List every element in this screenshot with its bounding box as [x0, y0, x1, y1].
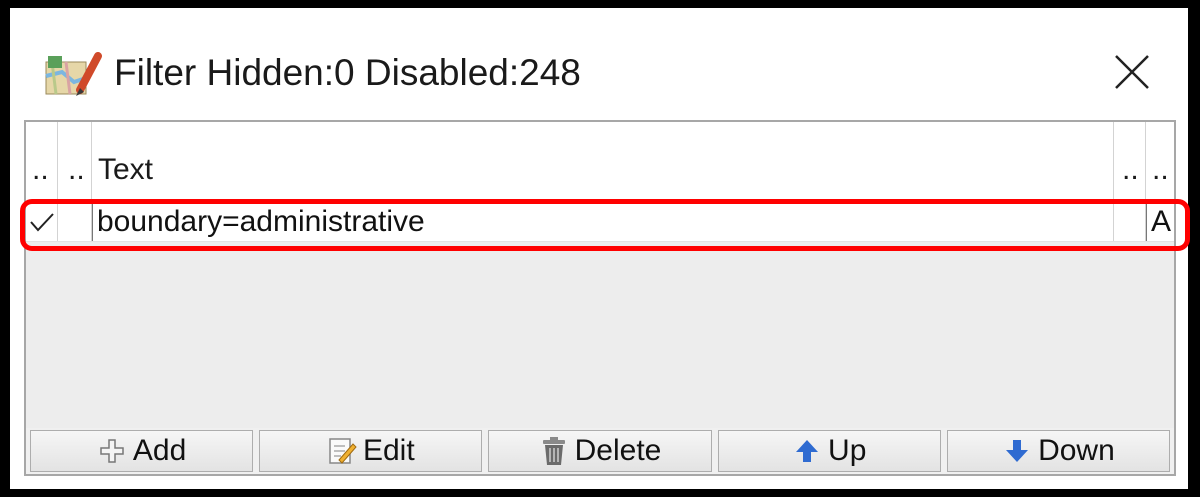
filter-panel: .. .. Text .. .. boundary=administrative…	[20, 120, 1190, 476]
add-button[interactable]: Add	[30, 430, 254, 472]
filter-dialog: Filter Hidden:0 Disabled:248 .. .. Text …	[10, 8, 1190, 489]
window-title: Filter Hidden:0 Disabled:248	[114, 52, 581, 93]
filter-table[interactable]: .. .. Text .. .. boundary=administrative…	[20, 122, 1190, 428]
delete-button-label: Delete	[574, 434, 662, 467]
up-button[interactable]: Up	[717, 430, 941, 472]
column-header-text[interactable]: Text	[92, 122, 1114, 202]
edit-button-label: Edit	[362, 434, 415, 467]
edit-button[interactable]: Edit	[259, 430, 483, 472]
up-button-label: Up	[828, 434, 867, 467]
down-button-label: Down	[1038, 434, 1115, 467]
arrow-down-icon	[1002, 436, 1032, 466]
button-bar: Add Edit Delete Up Down	[30, 430, 1171, 472]
column-header-hidden[interactable]: ..	[58, 122, 92, 202]
mode-cell[interactable]: A	[1146, 202, 1174, 241]
plus-icon	[97, 436, 127, 466]
arrow-up-icon	[792, 436, 822, 466]
close-icon	[1115, 55, 1149, 89]
column-header-inverted[interactable]: ..	[1114, 122, 1146, 202]
close-button[interactable]	[1102, 42, 1162, 102]
enabled-checkbox[interactable]	[26, 202, 58, 241]
delete-button[interactable]: Delete	[488, 430, 712, 472]
hidden-checkbox[interactable]	[58, 202, 92, 241]
table-header: .. .. Text .. ..	[26, 122, 1174, 202]
trash-icon	[539, 436, 569, 466]
josm-map-icon	[45, 52, 102, 96]
inverted-cell[interactable]	[1114, 202, 1146, 241]
edit-pencil-icon	[327, 436, 357, 466]
checkmark-icon	[29, 212, 54, 231]
add-button-label: Add	[132, 434, 187, 467]
column-header-enabled[interactable]: ..	[26, 122, 58, 202]
column-header-mode[interactable]: ..	[1146, 122, 1174, 202]
title-bar: Filter Hidden:0 Disabled:248	[10, 8, 1188, 116]
down-button[interactable]: Down	[946, 430, 1171, 472]
filter-text-cell[interactable]: boundary=administrative	[92, 202, 1114, 241]
table-row[interactable]: boundary=administrative A	[26, 202, 1174, 242]
